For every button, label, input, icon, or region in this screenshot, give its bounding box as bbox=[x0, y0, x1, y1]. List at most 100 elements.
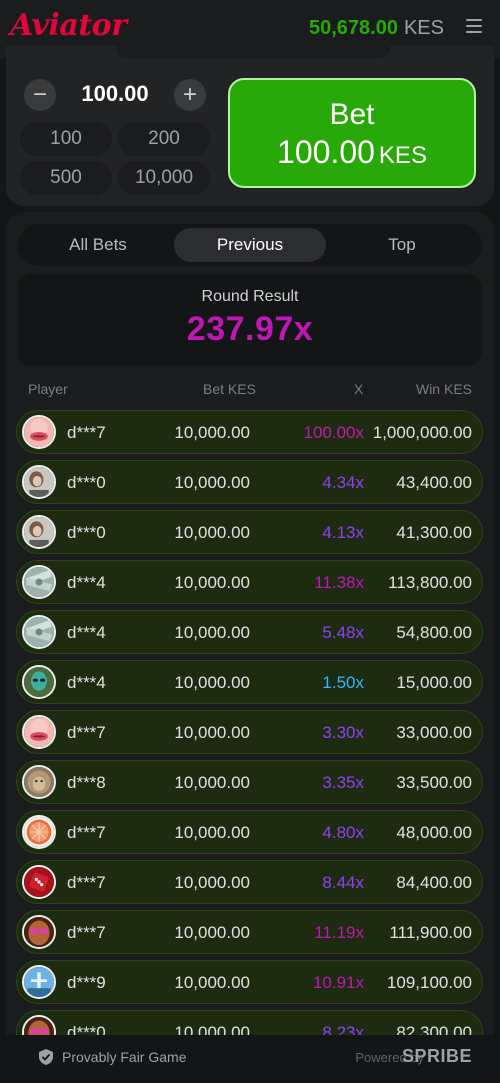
dice-avatar bbox=[22, 865, 56, 899]
player-name: d***4 bbox=[67, 623, 106, 642]
bet-amount: 10,000.00 bbox=[174, 773, 250, 792]
bet-button-currency: KES bbox=[378, 142, 427, 169]
money-avatar bbox=[22, 565, 56, 599]
multiplier-value: 4.34x bbox=[322, 473, 364, 492]
tab-all-bets[interactable]: All Bets bbox=[22, 228, 174, 262]
win-amount: 1,000,000.00 bbox=[372, 423, 472, 442]
player-name: d***0 bbox=[67, 473, 106, 492]
win-amount: 113,800.00 bbox=[388, 573, 472, 592]
bet-panel: − 100.00 + 100 200 500 10,000 Bet 100.00… bbox=[6, 46, 494, 206]
woman-avatar bbox=[22, 515, 56, 549]
column-header-bet: Bet KES bbox=[203, 381, 256, 397]
multiplier-value: 5.48x bbox=[322, 623, 364, 642]
multiplier-value: 3.30x bbox=[322, 723, 364, 742]
provably-fair-link[interactable]: Provably Fair Game bbox=[62, 1049, 186, 1065]
player-name: d***9 bbox=[67, 973, 106, 992]
bet-amount-value[interactable]: 100.00 bbox=[60, 81, 170, 107]
bet-row: d***0 10,000.00 4.34x 43,400.00 bbox=[16, 460, 483, 504]
quick-amount-500[interactable]: 500 bbox=[20, 161, 112, 195]
decrease-bet-button[interactable]: − bbox=[24, 79, 56, 111]
increase-bet-button[interactable]: + bbox=[174, 79, 206, 111]
money-avatar bbox=[22, 615, 56, 649]
lion-avatar bbox=[22, 765, 56, 799]
bet-row: d***9 10,000.00 10.91x 109,100.00 bbox=[16, 960, 483, 1004]
win-amount: 33,500.00 bbox=[396, 773, 472, 792]
tab-previous[interactable]: Previous bbox=[174, 228, 326, 262]
multiplier-value: 4.80x bbox=[322, 823, 364, 842]
win-amount: 15,000.00 bbox=[396, 673, 472, 692]
win-amount: 111,900.00 bbox=[389, 923, 472, 942]
multiplier-value: 11.38x bbox=[314, 573, 364, 592]
bet-amount: 10,000.00 bbox=[174, 623, 250, 642]
win-amount: 84,400.00 bbox=[396, 873, 472, 892]
round-result-value: 237.97x bbox=[186, 310, 314, 348]
balance-currency: KES bbox=[403, 17, 444, 39]
bet-amount: 10,000.00 bbox=[174, 873, 250, 892]
player-name: d***4 bbox=[67, 573, 106, 592]
sunglasses-avatar bbox=[22, 915, 56, 949]
win-amount: 33,000.00 bbox=[396, 723, 472, 742]
multiplier-value: 4.13x bbox=[322, 523, 364, 542]
bet-amount: 10,000.00 bbox=[174, 1023, 250, 1035]
win-amount: 43,400.00 bbox=[396, 473, 472, 492]
win-amount: 48,000.00 bbox=[396, 823, 472, 842]
woman-avatar bbox=[22, 465, 56, 499]
player-name: d***8 bbox=[67, 773, 106, 792]
bet-amount: 10,000.00 bbox=[174, 473, 250, 492]
aviator-logo: Aviator bbox=[10, 8, 127, 43]
bet-button-amount: 100.00 KES bbox=[230, 134, 474, 171]
multiplier-value: 100.00x bbox=[303, 423, 365, 442]
bet-amount: 10,000.00 bbox=[174, 673, 250, 692]
player-name: d***7 bbox=[67, 923, 106, 942]
bet-row: d***0 10,000.00 8.23x 82,300.00 bbox=[16, 1010, 483, 1035]
player-name: d***7 bbox=[67, 423, 106, 442]
multiplier-value: 10.91x bbox=[312, 973, 364, 992]
win-amount: 109,100.00 bbox=[386, 973, 472, 992]
bets-panel: All Bets Previous Top Round Result 237.9… bbox=[6, 212, 494, 1082]
bet-row: d***7 10,000.00 3.30x 33,000.00 bbox=[16, 710, 483, 754]
column-header-x: X bbox=[354, 381, 364, 397]
bet-amount: 10,000.00 bbox=[174, 823, 250, 842]
footer-bar: Provably Fair Game Powered by SPRIBE bbox=[6, 1035, 494, 1082]
player-name: d***7 bbox=[67, 873, 106, 892]
bet-amount: 10,000.00 bbox=[174, 723, 250, 742]
tab-top[interactable]: Top bbox=[326, 228, 478, 262]
bet-row: d***7 10,000.00 8.44x 84,400.00 bbox=[16, 860, 483, 904]
quick-amount-100[interactable]: 100 bbox=[20, 122, 112, 156]
multiplier-value: 3.35x bbox=[322, 773, 364, 792]
lips-avatar bbox=[22, 415, 56, 449]
multiplier-value: 11.19x bbox=[314, 923, 364, 942]
bet-row: d***7 10,000.00 11.19x 111,900.00 bbox=[16, 910, 483, 954]
player-name: d***7 bbox=[67, 723, 106, 742]
bet-row: d***4 10,000.00 1.50x 15,000.00 bbox=[16, 660, 483, 704]
bets-list[interactable]: d***7 10,000.00 100.00x 1,000,000.00 d***0 10… bbox=[6, 410, 494, 1035]
bets-tabs: All Bets Previous Top bbox=[18, 224, 482, 266]
hamburger-menu-icon[interactable] bbox=[466, 19, 482, 35]
quick-amount-200[interactable]: 200 bbox=[118, 122, 210, 156]
bet-row: d***0 10,000.00 4.13x 41,300.00 bbox=[16, 510, 483, 554]
round-result-card: Round Result 237.97x bbox=[18, 274, 482, 366]
column-header-player: Player bbox=[28, 381, 68, 397]
bet-amount: 10,000.00 bbox=[174, 523, 250, 542]
spribe-logo: SPRIBE bbox=[401, 1046, 472, 1066]
shield-check-icon bbox=[39, 1049, 53, 1065]
bet-button-label: Bet bbox=[329, 98, 375, 131]
win-amount: 82,300.00 bbox=[396, 1023, 472, 1035]
quick-amount-10000[interactable]: 10,000 bbox=[118, 161, 210, 195]
bet-button-value: 100.00 bbox=[277, 134, 375, 170]
player-name: d***0 bbox=[67, 523, 106, 542]
bet-row: d***4 10,000.00 11.38x 113,800.00 bbox=[16, 560, 483, 604]
player-name: d***4 bbox=[67, 673, 106, 692]
column-header-win: Win KES bbox=[415, 381, 472, 397]
player-name: d***7 bbox=[67, 823, 106, 842]
round-result-title: Round Result bbox=[201, 288, 299, 305]
bet-button[interactable]: Bet 100.00 KES bbox=[228, 78, 476, 188]
bet-amount: 10,000.00 bbox=[174, 923, 250, 942]
multiplier-value: 8.44x bbox=[322, 873, 364, 892]
balance-amount: 50,678.00 bbox=[308, 17, 398, 39]
bet-row: d***4 10,000.00 5.48x 54,800.00 bbox=[16, 610, 483, 654]
bet-row: d***7 10,000.00 4.80x 48,000.00 bbox=[16, 810, 483, 854]
alien-avatar bbox=[22, 665, 56, 699]
bet-row: d***7 10,000.00 100.00x 1,000,000.00 bbox=[16, 410, 483, 454]
bet-row: d***8 10,000.00 3.35x 33,500.00 bbox=[16, 760, 483, 804]
